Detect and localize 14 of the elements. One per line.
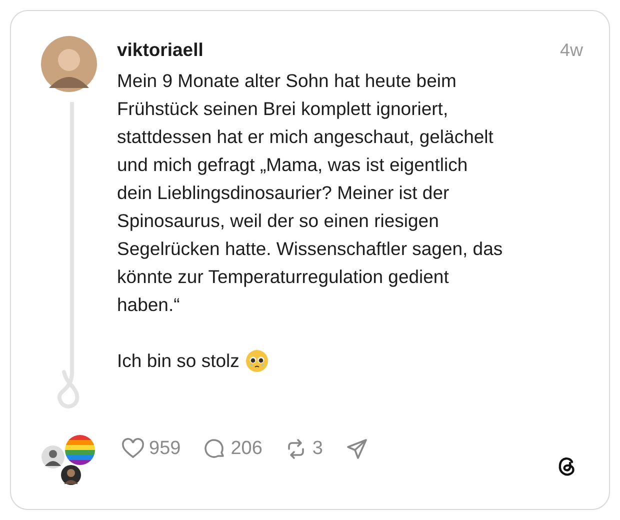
- pleading-face-icon: [245, 349, 270, 373]
- speech-bubble-icon: [202, 437, 227, 461]
- avatar[interactable]: [41, 36, 97, 92]
- post-text: Mein 9 Monate alter Sohn hat heute beim Frühstück seinen Brei komplett ignoriert, stattdessen hat er mich angeschaut, gelächelt und mich gefragt „Mama, was ist eigentlich dein Lieblingsdinosaurier? Meiner ist der Spinosaurus, weil der so einen riesigen Segelrücken hatte. Wissenschaftler sagen, das könnte zur Temperaturregulation gedient haben.“: [117, 69, 504, 317]
- send-icon: [344, 437, 369, 461]
- avatar: [41, 445, 65, 469]
- reply-button[interactable]: 206: [202, 437, 262, 461]
- like-button[interactable]: 959: [121, 437, 181, 461]
- post-time: 4w: [560, 40, 583, 61]
- username[interactable]: viktoriaell: [117, 39, 204, 61]
- repost-button[interactable]: 3: [284, 437, 323, 461]
- share-button[interactable]: [344, 437, 369, 461]
- post-text: Ich bin so stolz: [117, 349, 240, 373]
- heart-icon: [121, 437, 145, 461]
